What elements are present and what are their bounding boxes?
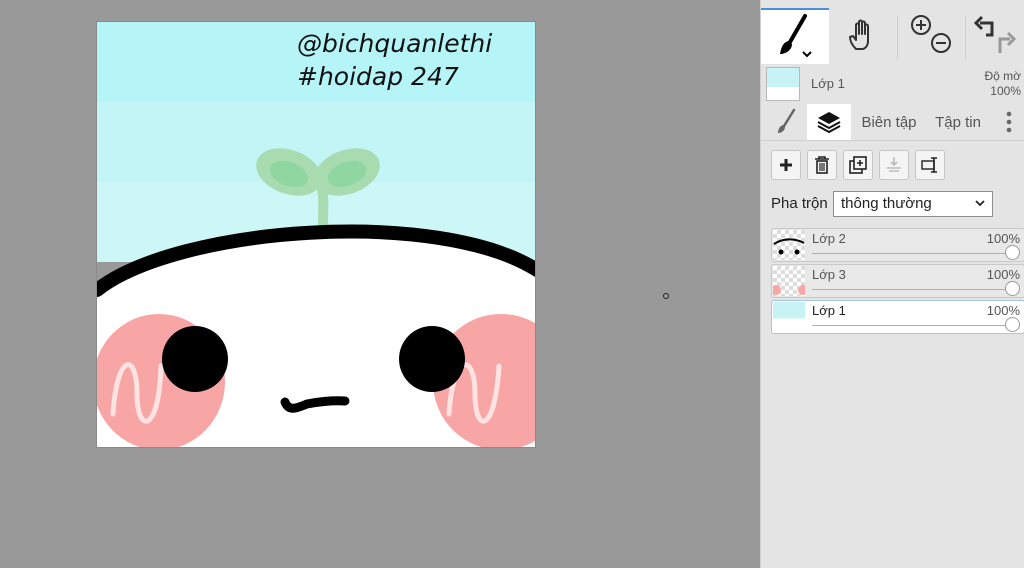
opacity-slider-handle[interactable]	[1005, 281, 1020, 296]
watermark-line1: @bichquanlethi	[297, 29, 492, 58]
tab-brush[interactable]	[767, 104, 807, 140]
opacity-slider-handle[interactable]	[1005, 245, 1020, 260]
drawing-canvas[interactable]: @bichquanlethi #hoidap 247	[96, 21, 536, 448]
layer-item-active[interactable]: Lớp 1 100%	[771, 300, 1024, 334]
duplicate-layer-button[interactable]	[843, 150, 873, 180]
layer-thumbnail	[773, 230, 805, 260]
tab-edit[interactable]: Biên tập	[857, 104, 921, 140]
duplicate-icon	[849, 156, 867, 174]
layer-thumbnail	[773, 266, 805, 296]
merge-down-button[interactable]	[879, 150, 909, 180]
text-cursor-icon	[921, 157, 937, 173]
current-layer-info[interactable]: Lớp 1 Độ mờ 100%	[761, 64, 1024, 104]
plus-icon	[780, 159, 792, 171]
layer-properties-button[interactable]	[915, 150, 945, 180]
tab-layers[interactable]	[807, 104, 851, 140]
current-layer-name: Lớp 1	[811, 76, 845, 91]
layer-opacity: 100%	[986, 231, 1020, 246]
history-controls	[965, 8, 1024, 64]
blend-mode-select[interactable]: thông thường	[833, 191, 993, 217]
layers-icon	[817, 112, 841, 134]
toolbar	[761, 8, 1024, 64]
canvas-workspace[interactable]: @bichquanlethi #hoidap 247	[0, 0, 760, 568]
add-layer-button[interactable]	[771, 150, 801, 180]
brush-tool-button[interactable]	[761, 8, 829, 64]
more-options-button[interactable]	[997, 104, 1021, 140]
layer-name: Lớp 3	[812, 267, 846, 282]
artwork: @bichquanlethi #hoidap 247	[97, 22, 535, 447]
brush-cursor	[663, 293, 669, 299]
redo-icon[interactable]	[998, 31, 1017, 53]
opacity-slider-track[interactable]	[812, 325, 1012, 326]
watermark-line2: #hoidap 247	[297, 62, 459, 91]
layer-item[interactable]: Lớp 3 100%	[771, 264, 1024, 298]
opacity-slider-track[interactable]	[812, 253, 1012, 254]
undo-icon[interactable]	[973, 15, 994, 37]
panel-tabs: Biên tập Tập tin	[761, 104, 1024, 141]
layer-opacity: 100%	[986, 303, 1020, 318]
opacity-label: Độ mờ	[984, 69, 1021, 83]
opacity-slider-handle[interactable]	[1005, 317, 1020, 332]
opacity-value: 100%	[990, 84, 1021, 98]
tab-file[interactable]: Tập tin	[929, 104, 987, 140]
blend-mode-value: thông thường	[841, 195, 932, 212]
hand-icon	[849, 19, 869, 50]
trash-icon	[815, 156, 829, 174]
side-panel: Lớp 1 Độ mờ 100% Biên tập Tập tin Pha tr…	[760, 0, 1024, 568]
opacity-slider-track[interactable]	[812, 289, 1012, 290]
layer-name: Lớp 2	[812, 231, 846, 246]
blend-mode-label: Pha trộn	[771, 195, 828, 212]
zoom-out-icon[interactable]	[931, 33, 951, 53]
layer-list: Lớp 2 100% Lớp 3 100% Lớp 1 100%	[771, 228, 1024, 336]
zoom-controls	[897, 8, 965, 64]
merge-down-icon	[887, 157, 901, 172]
chevron-down-icon	[975, 200, 985, 207]
brush-icon	[780, 14, 812, 58]
delete-layer-button[interactable]	[807, 150, 837, 180]
hand-tool-button[interactable]	[829, 8, 897, 64]
layer-item[interactable]: Lớp 2 100%	[771, 228, 1024, 262]
more-vertical-icon	[1006, 111, 1012, 133]
zoom-in-icon[interactable]	[911, 15, 931, 35]
brush-icon	[778, 108, 796, 133]
current-layer-thumbnail	[766, 67, 800, 101]
layer-opacity: 100%	[986, 267, 1020, 282]
layer-thumbnail	[773, 302, 805, 332]
layer-name: Lớp 1	[812, 303, 846, 318]
